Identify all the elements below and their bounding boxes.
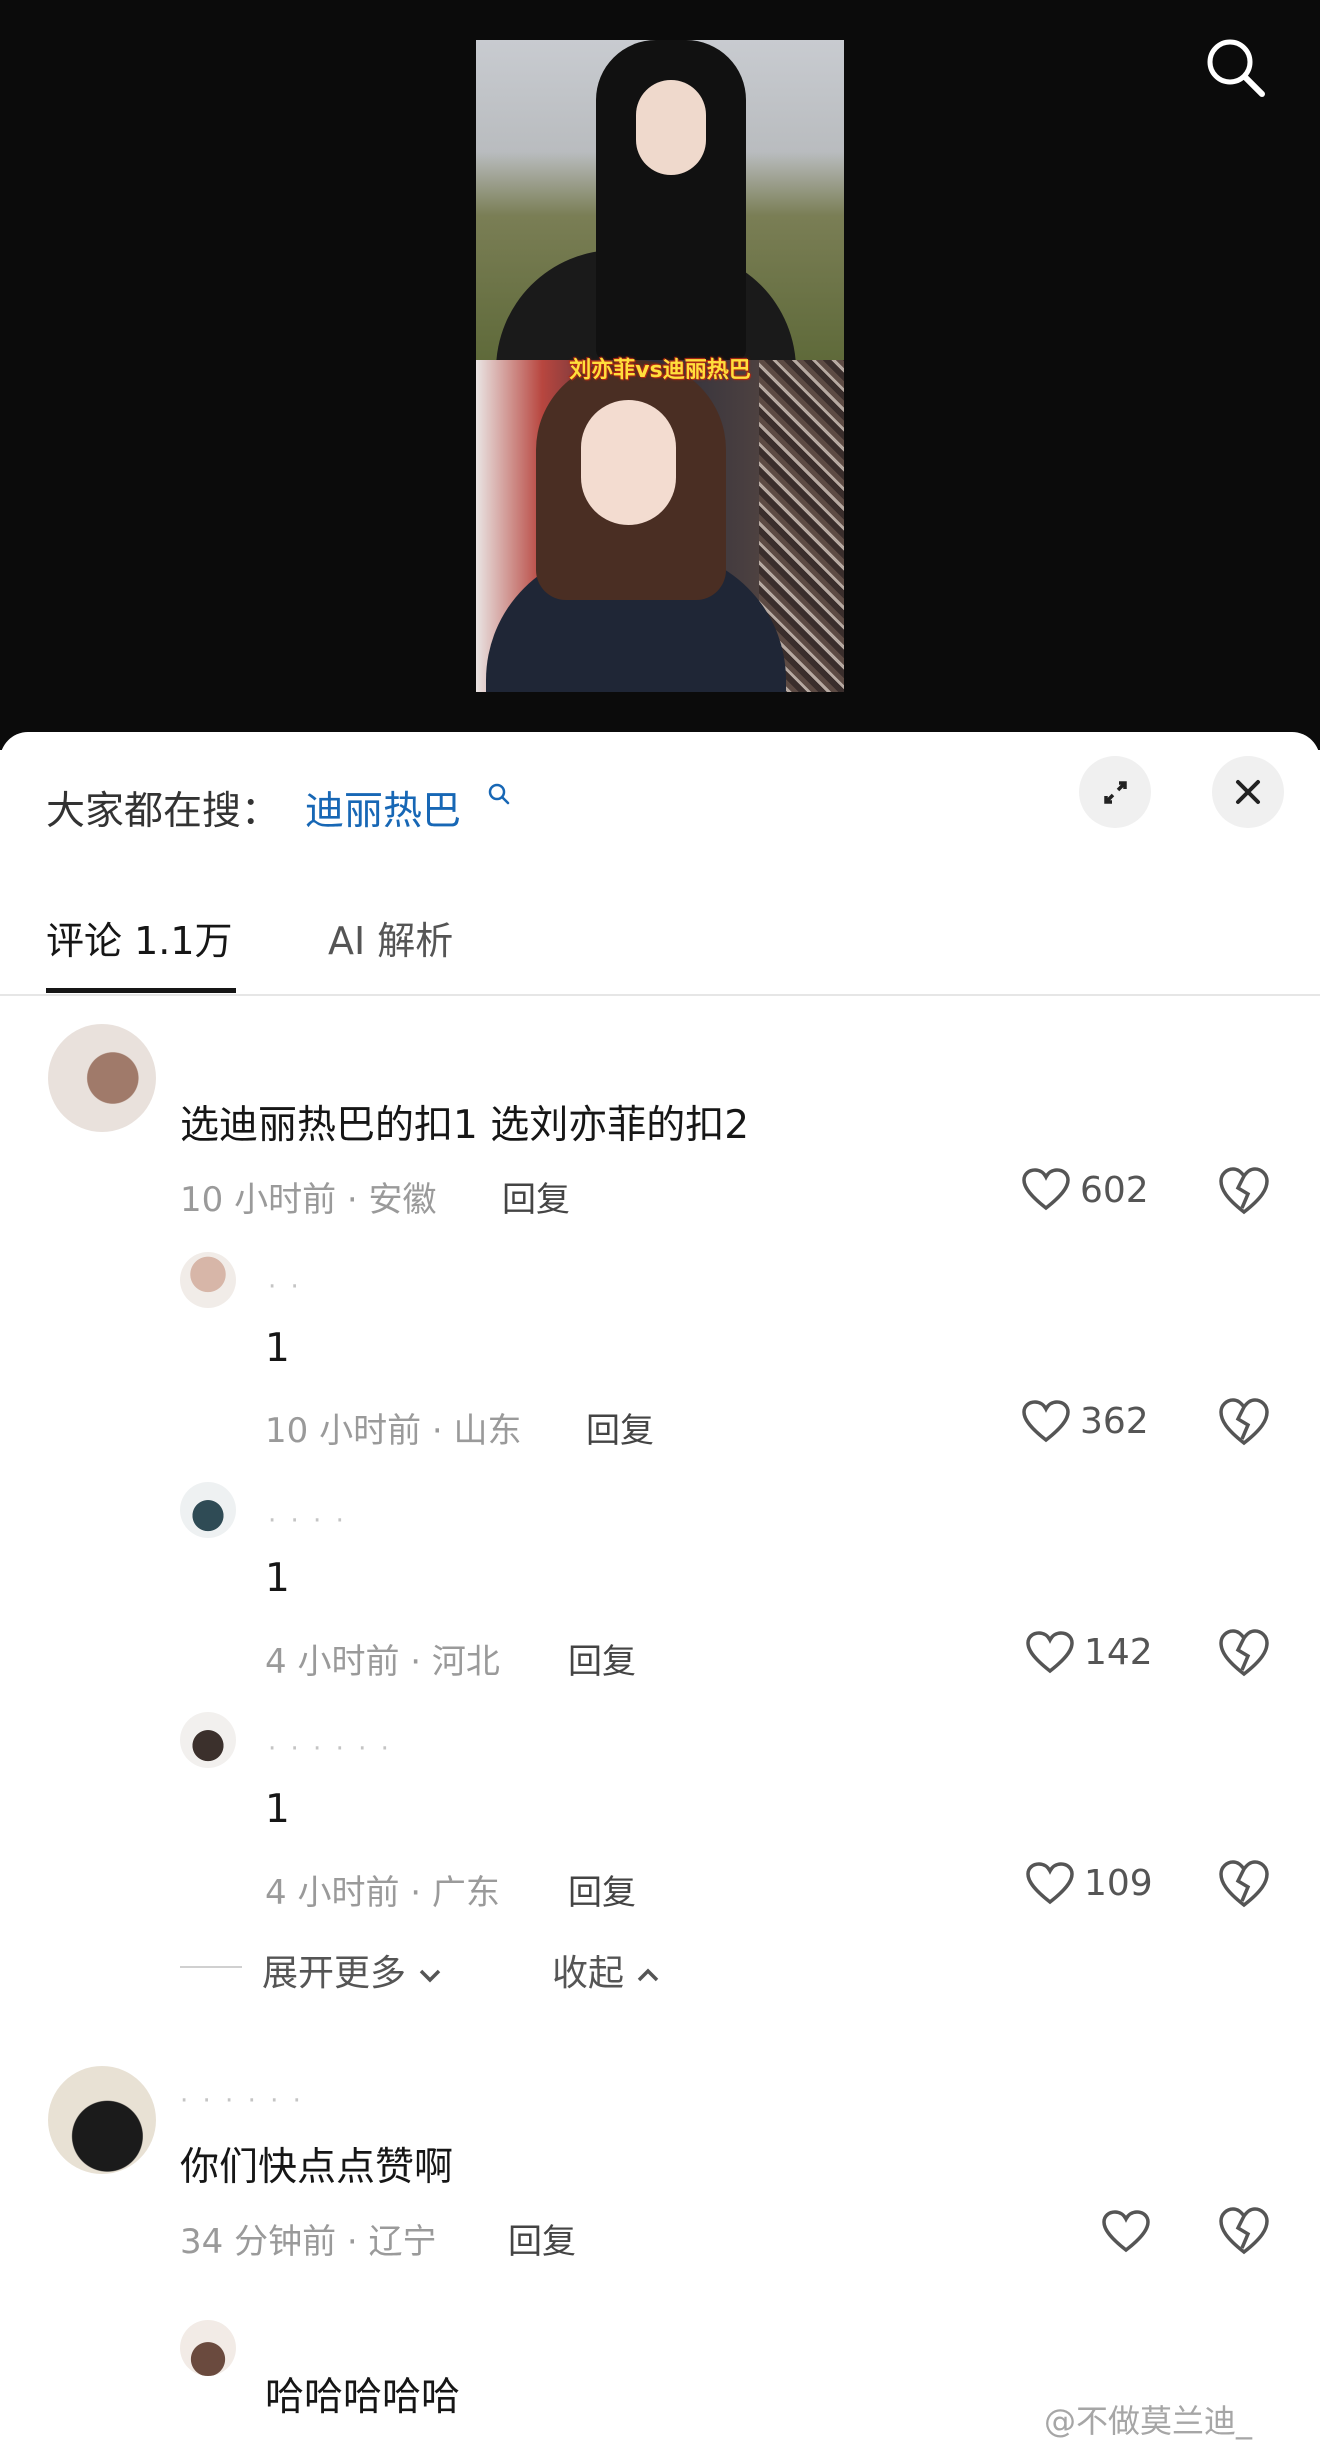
like-count: 362 [1080,1401,1149,1442]
heart-icon[interactable] [1026,1631,1074,1675]
watermark: @不做莫兰迪_ [1044,2402,1253,2440]
comment-text: 你们快点点赞啊 [180,2145,454,2190]
heart-icon[interactable] [1022,1168,1070,1212]
expand-more-label: 展开更多 [262,1953,407,1994]
broken-heart-icon[interactable] [1218,1166,1270,1216]
comment-sheet: 大家都在搜： 迪丽热巴 评论 1.1万 AI 解析 [0,732,1320,2455]
avatar[interactable] [180,1482,236,1538]
active-tab-indicator [46,988,236,993]
expand-more-button[interactable]: 展开更多 [262,1944,443,1996]
tabs-divider [0,994,1320,996]
like-count: 602 [1080,1170,1149,1211]
reply-button[interactable]: 回复 [502,1172,570,1221]
avatar[interactable] [48,2066,156,2174]
chevron-down-icon [420,1969,441,1983]
tab-comments[interactable]: 评论 1.1万 [46,910,233,965]
faded-username: · · [268,1272,302,1302]
broken-heart-icon[interactable] [1218,1859,1270,1909]
expand-button[interactable] [1079,756,1151,828]
expand-icon [1104,781,1127,804]
comment-text: 1 [265,1787,290,1832]
heart-icon[interactable] [1026,1862,1074,1906]
heart-icon[interactable] [1102,2210,1150,2254]
thread-divider [180,1966,242,1968]
comment-text: 选迪丽热巴的扣1 选刘亦菲的扣2 [180,1103,750,1148]
faded-username: · · · · · · [268,1734,392,1764]
avatar[interactable] [180,1252,236,1308]
broken-heart-icon[interactable] [1218,2206,1270,2256]
reply-button[interactable]: 回复 [568,1865,636,1914]
broken-heart-icon[interactable] [1218,1397,1270,1447]
comment-time-location: 10 小时前 · 安徽 [180,1180,437,1220]
comment-text: 哈哈哈哈哈 [265,2375,461,2420]
heart-icon[interactable] [1022,1400,1070,1444]
video-thumbnail[interactable]: 刘亦菲vs迪丽热巴 [476,40,844,692]
chevron-up-icon [638,1968,659,1982]
faded-username: · · · · · · [180,2086,304,2116]
comment-time-location: 4 小时前 · 河北 [265,1642,500,1682]
avatar[interactable] [180,2320,236,2376]
hot-search-term[interactable]: 迪丽热巴 [305,780,461,836]
collapse-button[interactable]: 收起 [552,1944,661,1996]
video-frame-bottom [476,360,844,692]
close-icon [1236,780,1260,804]
close-button[interactable] [1212,756,1284,828]
avatar[interactable] [48,1024,156,1132]
collapse-label: 收起 [552,1953,625,1994]
comment-time-location: 10 小时前 · 山东 [265,1411,522,1451]
avatar[interactable] [180,1712,236,1768]
comment-time-location: 4 小时前 · 广东 [265,1873,500,1913]
video-frame-top [476,40,844,360]
faded-username: · · · · [268,1506,347,1536]
search-icon[interactable] [1200,32,1270,102]
comment-text: 1 [265,1556,290,1601]
video-player-area[interactable]: 刘亦菲vs迪丽热巴 [0,0,1320,750]
hot-search-label: 大家都在搜： [46,789,281,834]
tab-ai-analysis[interactable]: AI 解析 [328,910,453,965]
video-caption: 刘亦菲vs迪丽热巴 [569,358,751,383]
reply-button[interactable]: 回复 [568,1634,636,1683]
broken-heart-icon[interactable] [1218,1628,1270,1678]
comment-time-location: 34 分钟前 · 辽宁 [180,2222,437,2262]
like-count: 109 [1084,1863,1153,1904]
small-search-icon [488,783,510,805]
comment-text: 1 [265,1326,290,1371]
reply-button[interactable]: 回复 [586,1403,654,1452]
reply-button[interactable]: 回复 [508,2214,576,2263]
like-count: 142 [1084,1632,1153,1673]
